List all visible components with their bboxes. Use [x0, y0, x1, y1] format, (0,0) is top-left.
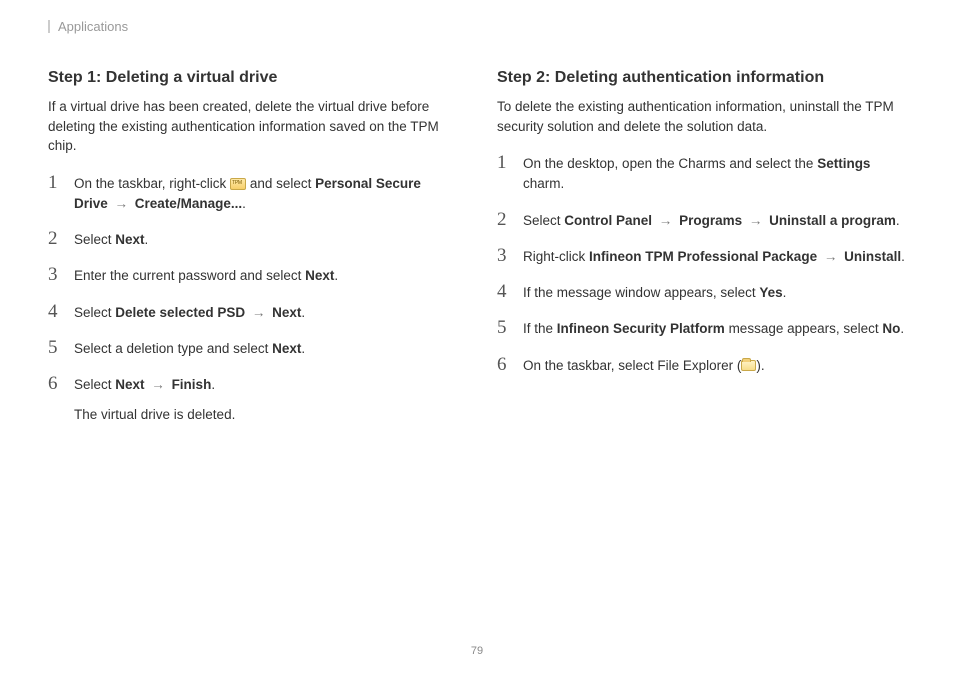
file-explorer-icon — [741, 360, 756, 371]
bold-text: Yes — [759, 285, 782, 300]
left-column: Step 1: Deleting a virtual drive If a vi… — [48, 69, 457, 442]
arrow-icon: → — [248, 305, 269, 320]
text: Select a deletion type and select — [74, 341, 272, 356]
bold-text: Programs — [679, 213, 742, 228]
text: and select — [246, 176, 315, 191]
text: . — [211, 377, 215, 392]
text: If the — [523, 321, 557, 336]
bold-text: Delete selected PSD — [115, 305, 245, 320]
bold-text: Settings — [817, 156, 870, 171]
text: Select — [74, 232, 115, 247]
section-header: Applications — [48, 20, 906, 33]
step2-list: On the desktop, open the Charms and sele… — [497, 154, 906, 376]
list-item: Select Delete selected PSD → Next. — [48, 303, 457, 323]
tpm-icon — [230, 178, 246, 190]
text: On the taskbar, select File Explorer ( — [523, 358, 741, 373]
bold-text: No — [882, 321, 900, 336]
page-number: 79 — [0, 645, 954, 657]
bold-text: Create/Manage... — [135, 196, 242, 211]
list-item: Select a deletion type and select Next. — [48, 339, 457, 359]
step1-list: On the taskbar, right-click and select P… — [48, 174, 457, 426]
list-item: If the Infineon Security Platform messag… — [497, 319, 906, 339]
arrow-icon: → — [148, 377, 169, 392]
text: Select — [74, 377, 115, 392]
right-column: Step 2: Deleting authentication informat… — [497, 69, 906, 442]
list-item: Enter the current password and select Ne… — [48, 266, 457, 286]
text: . — [783, 285, 787, 300]
text: On the taskbar, right-click — [74, 176, 230, 191]
text: . — [896, 213, 900, 228]
list-item: If the message window appears, select Ye… — [497, 283, 906, 303]
bold-text: Infineon Security Platform — [557, 321, 725, 336]
text: . — [900, 321, 904, 336]
step1-title: Step 1: Deleting a virtual drive — [48, 69, 457, 87]
text: . — [242, 196, 246, 211]
list-item: On the taskbar, right-click and select P… — [48, 174, 457, 215]
text: ). — [756, 358, 764, 373]
text: . — [334, 268, 338, 283]
list-item: Select Next → Finish. The virtual drive … — [48, 375, 457, 426]
list-item: On the desktop, open the Charms and sele… — [497, 154, 906, 195]
content-columns: Step 1: Deleting a virtual drive If a vi… — [48, 69, 906, 442]
bold-text: Next — [115, 377, 144, 392]
bold-text: Uninstall a program — [769, 213, 896, 228]
bold-text: Next — [115, 232, 144, 247]
arrow-icon: → — [655, 213, 676, 228]
step2-intro: To delete the existing authentication in… — [497, 97, 906, 136]
step1-intro: If a virtual drive has been created, del… — [48, 97, 457, 156]
bold-text: Uninstall — [844, 249, 901, 264]
arrow-icon: → — [745, 213, 766, 228]
list-item: Right-click Infineon TPM Professional Pa… — [497, 247, 906, 267]
text: charm. — [523, 176, 564, 191]
text: Select — [523, 213, 564, 228]
list-item: Select Control Panel → Programs → Uninst… — [497, 211, 906, 231]
list-item: On the taskbar, select File Explorer (). — [497, 356, 906, 376]
bold-text: Next — [272, 341, 301, 356]
text: . — [901, 249, 905, 264]
document-page: Applications Step 1: Deleting a virtual … — [0, 0, 954, 442]
text: If the message window appears, select — [523, 285, 759, 300]
text: . — [301, 305, 305, 320]
bold-text: Next — [305, 268, 334, 283]
bold-text: Control Panel — [564, 213, 652, 228]
arrow-icon: → — [111, 196, 132, 211]
text: Right-click — [523, 249, 589, 264]
text: Select — [74, 305, 115, 320]
bold-text: Next — [272, 305, 301, 320]
arrow-icon: → — [820, 249, 841, 264]
text: . — [301, 341, 305, 356]
bold-text: Infineon TPM Professional Package — [589, 249, 817, 264]
bold-text: Finish — [172, 377, 212, 392]
text: On the desktop, open the Charms and sele… — [523, 156, 817, 171]
sub-text: The virtual drive is deleted. — [74, 405, 457, 425]
list-item: Select Next. — [48, 230, 457, 250]
step2-title: Step 2: Deleting authentication informat… — [497, 69, 906, 87]
text: . — [145, 232, 149, 247]
text: message appears, select — [725, 321, 883, 336]
text: Enter the current password and select — [74, 268, 305, 283]
